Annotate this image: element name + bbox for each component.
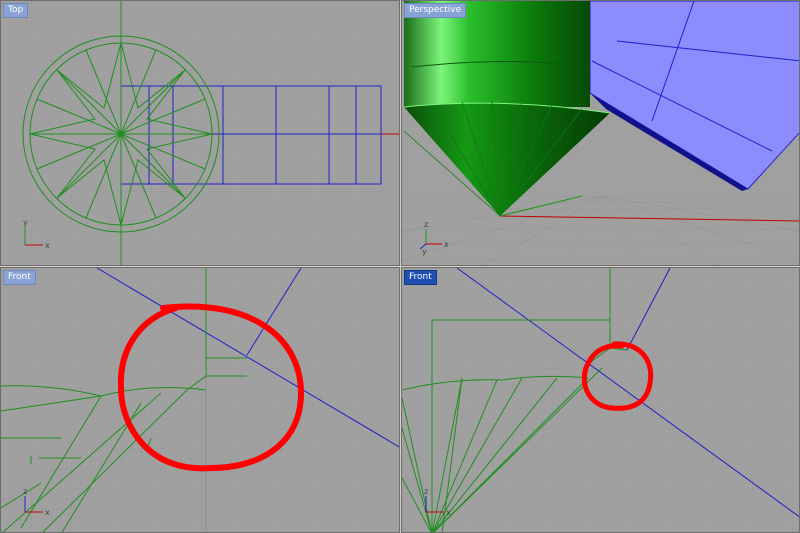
axis-label-x: x: [45, 241, 50, 250]
viewport-front-left[interactable]: z x Front: [0, 267, 400, 533]
axis-label-z: z: [424, 487, 428, 496]
grid: [402, 268, 799, 532]
axis-label-x: x: [446, 508, 451, 517]
axis-label-z: z: [23, 487, 27, 496]
axis-label-y: y: [23, 218, 28, 227]
viewport-perspective-canvas[interactable]: z y x: [402, 1, 800, 266]
viewport-title-front-left[interactable]: Front: [3, 270, 36, 285]
viewport-front-left-canvas[interactable]: z x: [1, 268, 400, 533]
viewport-perspective[interactable]: z y x Perspective: [401, 0, 800, 266]
axis-label-z: z: [424, 220, 428, 229]
viewport-title-perspective[interactable]: Perspective: [404, 3, 467, 18]
viewport-front-right-canvas[interactable]: z x: [402, 268, 800, 533]
viewport-top-canvas[interactable]: y x: [1, 1, 400, 266]
viewport-top[interactable]: y x Top: [0, 0, 400, 266]
viewport-front-right[interactable]: z x Front: [401, 267, 800, 533]
axis-label-y: y: [422, 247, 427, 256]
axis-label-x: x: [444, 240, 449, 249]
viewport-title-top[interactable]: Top: [3, 3, 29, 18]
axis-label-x: x: [45, 508, 50, 517]
viewport-title-front-right[interactable]: Front: [404, 270, 437, 285]
rhino-viewports-window: y x Top z y x Perspective z x Front z x …: [0, 0, 800, 533]
